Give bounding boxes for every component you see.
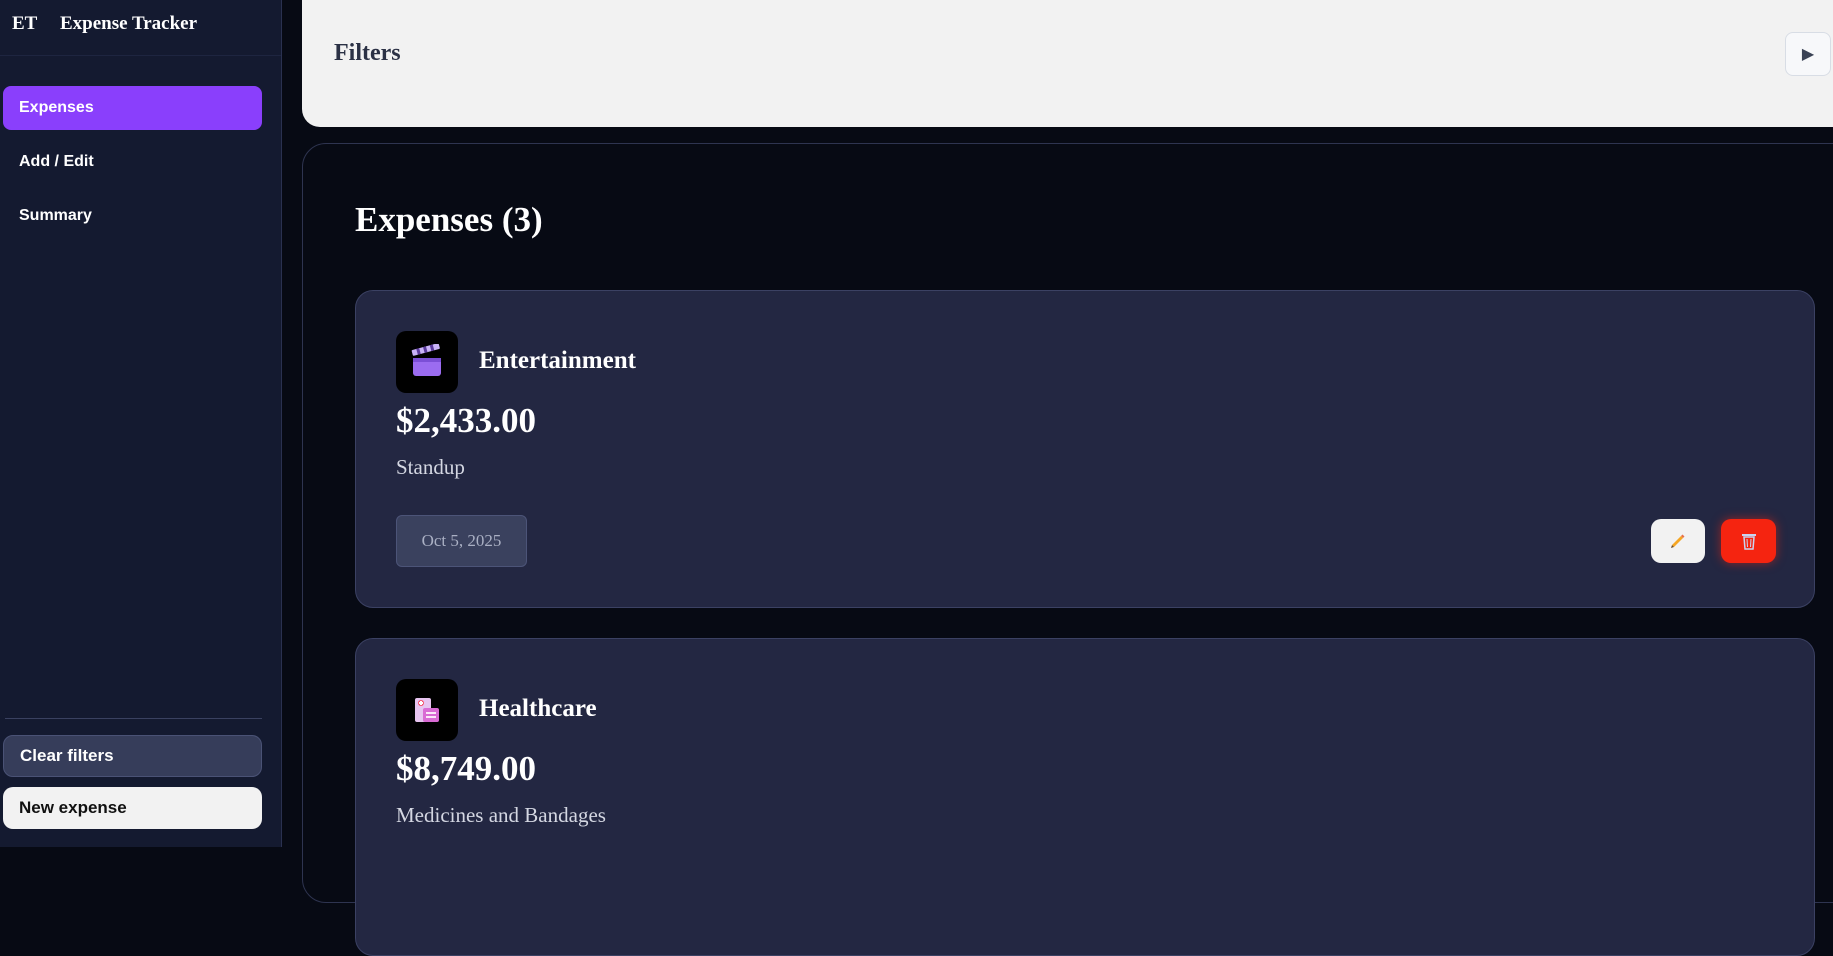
pencil-icon <box>1671 534 1685 548</box>
expenses-panel: Expenses (3) Entertainment $2,433.00 Sta… <box>302 143 1833 956</box>
filters-title: Filters <box>334 40 401 66</box>
expense-description: Standup <box>396 455 465 479</box>
expense-description: Medicines and Bandages <box>396 803 606 827</box>
sidebar-item-summary[interactable]: Summary <box>3 194 262 238</box>
sidebar-item-label: Summary <box>19 207 92 224</box>
sidebar: ET Expense Tracker Expenses Add / Edit S… <box>0 0 282 847</box>
expense-card: Entertainment $2,433.00 Standup Oct 5, 2… <box>355 290 1815 608</box>
sidebar-item-expenses[interactable]: Expenses <box>3 86 262 130</box>
filters-panel: Filters ▶ <box>302 0 1833 127</box>
expense-category: Healthcare <box>479 695 597 722</box>
brand-logo: ET <box>12 13 38 34</box>
new-expense-button[interactable]: New expense <box>3 787 262 829</box>
brand[interactable]: ET Expense Tracker <box>12 12 197 36</box>
delete-button[interactable] <box>1721 519 1776 563</box>
expense-card: Healthcare $8,749.00 Medicines and Banda… <box>355 638 1815 956</box>
hospital-icon <box>415 698 439 722</box>
expense-date-badge: Oct 5, 2025 <box>396 515 527 567</box>
expense-amount: $8,749.00 <box>396 749 536 788</box>
play-icon: ▶ <box>1801 46 1815 63</box>
expand-filters-button[interactable]: ▶ <box>1785 32 1831 76</box>
clear-filters-button[interactable]: Clear filters <box>3 735 262 777</box>
sidebar-item-label: Expenses <box>19 99 94 116</box>
edit-button[interactable] <box>1651 519 1705 563</box>
sidebar-item-add-edit[interactable]: Add / Edit <box>3 140 262 184</box>
trash-icon <box>1741 534 1756 550</box>
clapperboard-icon <box>411 344 441 376</box>
divider <box>0 55 281 56</box>
category-icon-box <box>396 679 458 741</box>
category-icon-box <box>396 331 458 393</box>
divider <box>5 718 262 719</box>
sidebar-item-label: Add / Edit <box>19 153 94 170</box>
expense-amount: $2,433.00 <box>396 401 536 440</box>
expenses-title: Expenses (3) <box>355 200 543 239</box>
expense-category: Entertainment <box>479 347 636 374</box>
app-title: Expense Tracker <box>60 13 198 34</box>
